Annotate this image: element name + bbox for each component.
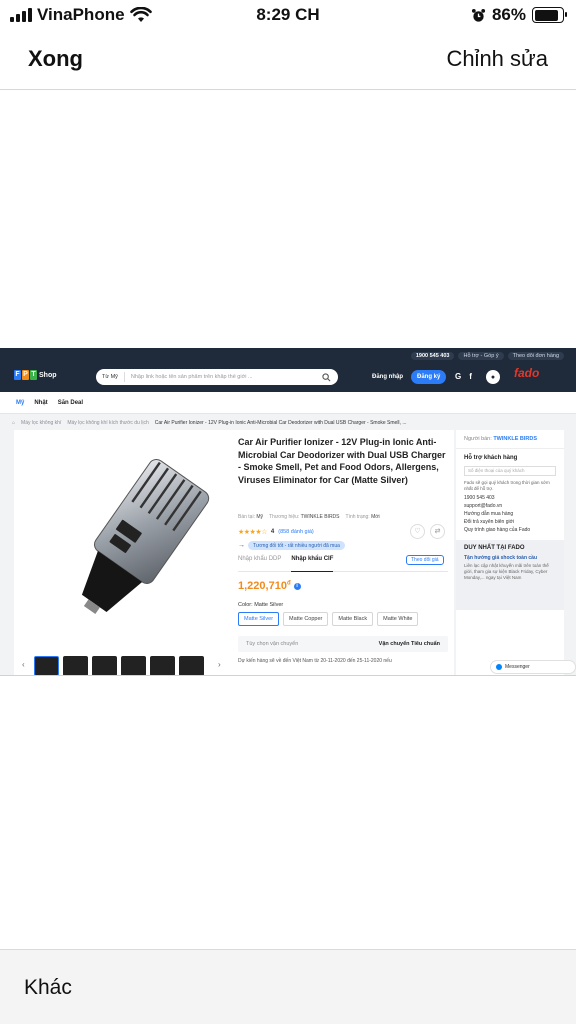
arrow-right-icon: → <box>238 542 245 549</box>
track-order-link[interactable]: Theo dõi đơn hàng <box>507 352 564 360</box>
login-link[interactable]: Đăng nhập <box>372 374 403 380</box>
breadcrumb-current: Car Air Purifier Ionizer - 12V Plug-in I… <box>154 420 407 426</box>
star-rating-icon: ★★★★☆ <box>238 529 267 536</box>
seller-info: Người bán: TWINKLE BIRDS <box>456 430 564 449</box>
market-tabs: Mỹ Nhật Săn Deal <box>0 392 576 414</box>
fado-logo[interactable]: fado <box>514 366 539 380</box>
color-label: Color: Matte Silver <box>238 602 284 608</box>
info-icon[interactable]: i <box>293 583 301 590</box>
thumbnail-strip <box>34 656 204 675</box>
screenshot-preview[interactable]: 1900 545 403 Hỗ trợ - Góp ý Theo dõi đơn… <box>0 348 576 676</box>
tab-cif[interactable]: Nhập khẩu CIF <box>291 556 334 572</box>
track-price-button[interactable]: Theo dõi giá <box>406 555 444 565</box>
purchase-guide-link[interactable]: Hướng dẫn mua hàng <box>456 510 564 518</box>
breadcrumb: ⌂ Máy lọc không khí Máy lọc không khí kí… <box>12 420 407 426</box>
other-button[interactable]: Khác <box>24 976 72 1000</box>
messenger-button[interactable]: Messenger <box>490 660 576 674</box>
color-option[interactable]: Matte Silver <box>238 612 280 626</box>
rating-row: ★★★★☆ 4 (858 đánh giá) <box>238 528 314 536</box>
compare-icon[interactable]: ⇄ <box>430 524 445 539</box>
hotline[interactable]: 1900 545 403 <box>410 352 455 360</box>
site-header: 1900 545 403 Hỗ trợ - Góp ý Theo dõi đơn… <box>0 348 576 392</box>
top-navigation-bar: Xong Chỉnh sửa <box>0 30 576 90</box>
delivery-process-link[interactable]: Quy trình giao hàng của Fado <box>456 526 564 534</box>
chevron-left-icon[interactable]: ‹ <box>22 660 25 669</box>
support-description: Fado sẽ gọi quý khách trong thời gian sớ… <box>464 480 550 491</box>
status-bar: VinaPhone 8:29 CH 86% <box>0 0 576 30</box>
color-option[interactable]: Matte Black <box>332 612 374 626</box>
edit-button[interactable]: Chỉnh sửa <box>446 46 548 72</box>
reviews-link[interactable]: (858 đánh giá) <box>278 529 313 535</box>
chevron-right-icon[interactable]: › <box>218 660 221 669</box>
google-icon[interactable]: G <box>455 372 461 381</box>
rating-value: 4 <box>270 529 275 535</box>
done-button[interactable]: Xong <box>28 46 83 72</box>
fpt-shop-logo[interactable]: FPT Shop <box>14 370 57 380</box>
thumbnail[interactable] <box>92 656 117 675</box>
color-option[interactable]: Matte White <box>377 612 419 626</box>
home-icon[interactable]: ⌂ <box>12 420 15 426</box>
tab-san-deal[interactable]: Săn Deal <box>58 400 83 406</box>
register-button[interactable]: Đăng ký <box>411 370 447 384</box>
tab-ddp[interactable]: Nhập khẩu DDP <box>238 556 281 571</box>
product-meta: Bán tại: Mỹ Thương hiệu: TWINKLE BIRDS T… <box>238 514 380 520</box>
phone-input[interactable]: Số điện thoại của quý khách <box>464 466 556 476</box>
returns-link[interactable]: Đổi trả xuyên biên giới <box>456 518 564 526</box>
thumbnail[interactable] <box>63 656 88 675</box>
color-option[interactable]: Matte Copper <box>283 612 329 626</box>
popularity-tag: → Tương đối tốt - rất nhiều người đã mua <box>238 541 345 550</box>
only-at-fado: DUY NHẤT TẠI FADO Tận hưởng giá shock to… <box>456 540 564 610</box>
bottom-toolbar: Khác <box>0 949 576 1024</box>
product-title: Car Air Purifier Ionizer - 12V Plug-in I… <box>238 437 446 485</box>
support-phone[interactable]: 1900 545 403 <box>456 494 564 502</box>
delivery-estimate: Dự kiến hàng sẽ về đến Việt Nam từ 20-11… <box>238 658 392 664</box>
price: 1,220,710đ i <box>238 580 301 592</box>
thumbnail[interactable] <box>34 656 59 675</box>
thumbnail[interactable] <box>121 656 146 675</box>
thumbnail[interactable] <box>150 656 175 675</box>
battery-icon <box>532 7 567 23</box>
product-image[interactable] <box>36 440 236 630</box>
sidebar: Người bán: TWINKLE BIRDS Hỗ trợ khách hà… <box>456 430 564 675</box>
support-title: Hỗ trợ khách hàng <box>464 455 518 461</box>
product-card: ‹ › Car Air Purifier Ionizer - 12V Plug-… <box>14 430 454 675</box>
facebook-icon[interactable]: f <box>469 372 472 381</box>
tab-nhat[interactable]: Nhật <box>34 400 47 406</box>
search-bar[interactable]: Từ Mỹ Nhập link hoặc tên sản phẩm trên k… <box>96 369 338 385</box>
cart-icon[interactable]: ● <box>486 370 500 384</box>
battery-percentage: 86% <box>491 5 526 24</box>
search-scope-select[interactable]: Từ Mỹ <box>96 372 125 382</box>
tab-my[interactable]: Mỹ <box>16 400 24 406</box>
support-link[interactable]: Hỗ trợ - Góp ý <box>458 352 504 360</box>
color-options: Matte Silver Matte Copper Matte Black Ma… <box>238 612 419 626</box>
alarm-icon <box>471 8 486 22</box>
search-input[interactable]: Nhập link hoặc tên sản phẩm trên khắp th… <box>125 374 322 380</box>
breadcrumb-item[interactable]: Máy lọc không khí kích thước du lịch <box>67 420 148 426</box>
heart-icon[interactable]: ♡ <box>410 524 425 539</box>
support-email[interactable]: support@fado.vn <box>456 502 564 510</box>
shipping-select[interactable]: Tùy chọn vận chuyển Vận chuyển Tiêu chuẩ… <box>238 636 448 652</box>
breadcrumb-item[interactable]: Máy lọc không khí <box>21 420 61 426</box>
search-icon[interactable] <box>322 372 331 382</box>
thumbnail[interactable] <box>179 656 204 675</box>
